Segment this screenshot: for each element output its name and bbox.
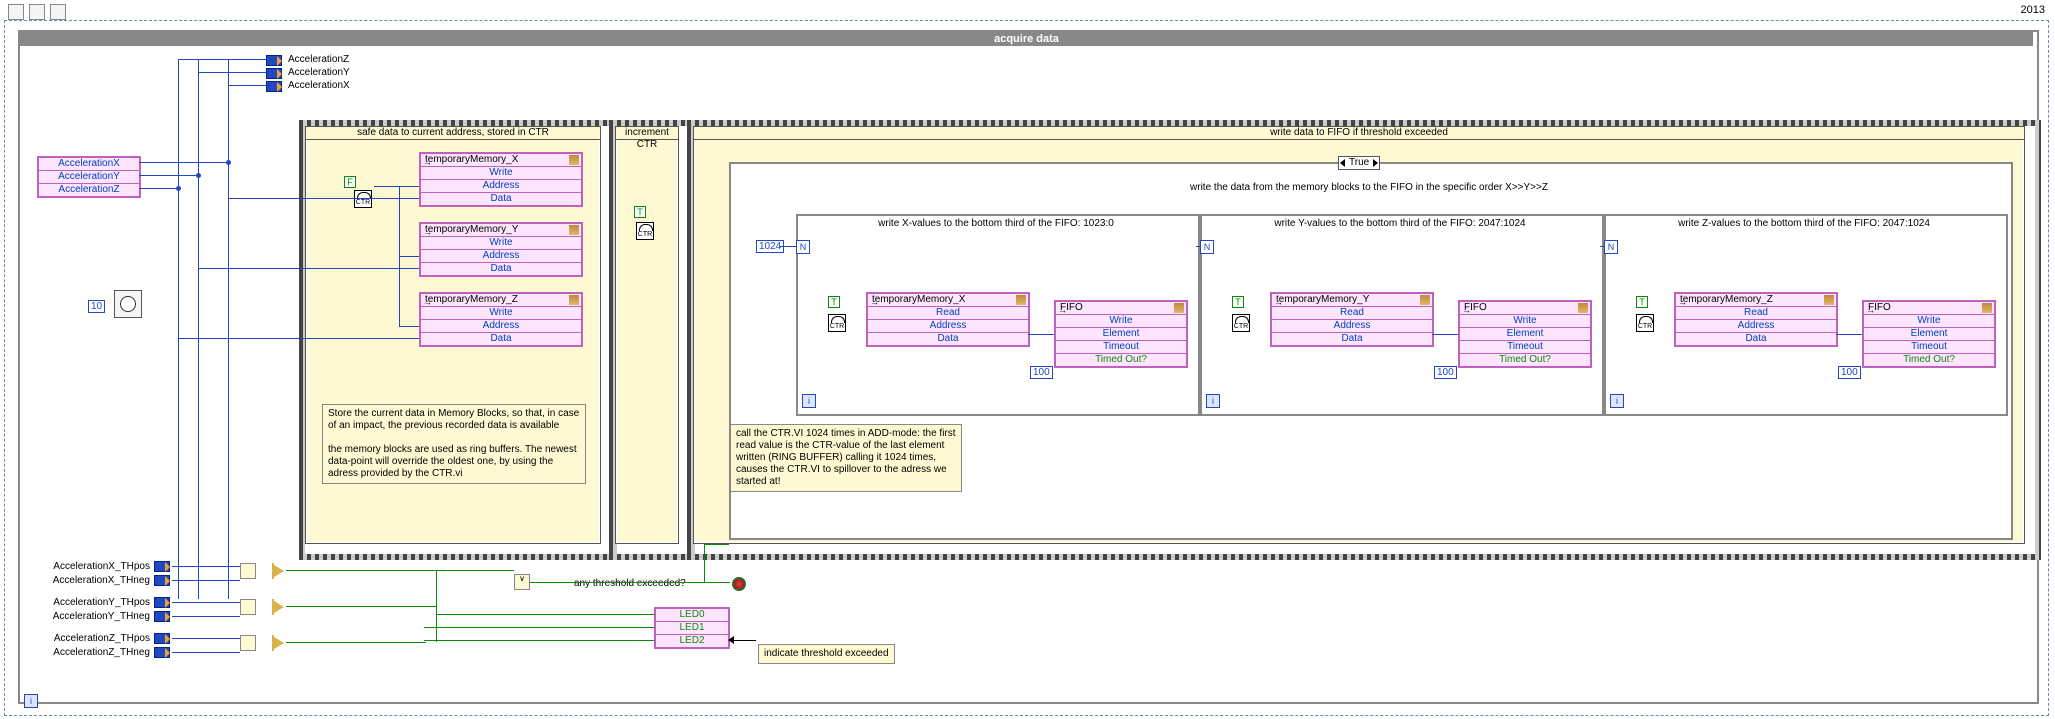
ctr-icon-x: CTR bbox=[828, 314, 846, 332]
indicator-terminal-z bbox=[266, 55, 282, 66]
const-100-y: 100 bbox=[1434, 366, 1457, 379]
led-box: LED0 LED1 LED2 bbox=[654, 607, 730, 649]
or-gate-y bbox=[274, 601, 284, 613]
led-note: indicate threshold exceeded bbox=[758, 644, 895, 664]
fifo-write-y: →FIFO Write Element Timeout Timed Out? bbox=[1458, 300, 1592, 368]
mem-read-y: →temporaryMemory_Y Read Address Data bbox=[1270, 292, 1434, 347]
inputs-bundle: AccelerationX AccelerationY Acceleration… bbox=[37, 156, 141, 198]
bundle-y: AccelerationY bbox=[39, 170, 139, 183]
fifo-icon bbox=[1578, 303, 1588, 313]
mem-read-z: →temporaryMemory_Z Read Address Data bbox=[1674, 292, 1838, 347]
ctr-note: call the CTR.VI 1024 times in ADD-mode: … bbox=[730, 424, 962, 492]
any-threshold-label: any threshold exceeded? bbox=[574, 578, 686, 589]
led1: LED1 bbox=[656, 621, 728, 634]
memory-icon bbox=[1824, 295, 1834, 305]
const-t-y: T bbox=[1232, 296, 1244, 308]
indicator-label-y: AccelerationY bbox=[288, 67, 350, 78]
const-100-z: 100 bbox=[1838, 366, 1861, 379]
case-selector[interactable]: True bbox=[1338, 156, 1380, 170]
mem-read-x: →temporaryMemory_X Read Address Data bbox=[866, 292, 1030, 347]
mem-write-z: →temporaryMemory_Z Write Address Data bbox=[419, 292, 583, 347]
threshold-led-indicator bbox=[732, 577, 746, 591]
frame-title: acquire data bbox=[20, 32, 2033, 46]
th-xneg: AccelerationX_THneg bbox=[38, 575, 150, 586]
ctr-icon-y: CTR bbox=[1232, 314, 1250, 332]
compare-z bbox=[240, 635, 256, 651]
compare-x bbox=[240, 563, 256, 579]
const-10: 10 bbox=[88, 300, 105, 313]
loop-i-x: i bbox=[802, 394, 816, 408]
mem-write-y: →temporaryMemory_Y Write Address Data bbox=[419, 222, 583, 277]
th-ypos-term bbox=[154, 597, 170, 608]
th-ypos: AccelerationY_THpos bbox=[38, 597, 150, 608]
ctr-icon-2: CTR bbox=[636, 222, 654, 240]
indicator-terminal-x bbox=[266, 81, 282, 92]
outer-loop-i: i bbox=[24, 694, 38, 708]
loop-y-title: write Y-values to the bottom third of th… bbox=[1204, 218, 1596, 229]
th-xpos-term bbox=[154, 561, 170, 572]
loop-n-x: N bbox=[796, 240, 810, 254]
seq-fifo-title: write data to FIFO if threshold exceeded bbox=[694, 127, 2024, 140]
memory-icon bbox=[569, 155, 579, 165]
arrow-icon[interactable] bbox=[29, 4, 45, 20]
fifo-icon bbox=[1174, 303, 1184, 313]
loop-n-z: N bbox=[1604, 240, 1618, 254]
fifo-write-x: →FIFO Write Element Timeout Timed Out? bbox=[1054, 300, 1188, 368]
indicator-label-x: AccelerationX bbox=[288, 80, 350, 91]
case-subtitle: write the data from the memory blocks to… bbox=[734, 182, 2004, 193]
note-arrow-icon bbox=[728, 636, 734, 644]
hand-icon[interactable] bbox=[8, 4, 24, 20]
th-xneg-term bbox=[154, 575, 170, 586]
loop-i-y: i bbox=[1206, 394, 1220, 408]
const-100-x: 100 bbox=[1030, 366, 1053, 379]
compare-y bbox=[240, 599, 256, 615]
ctr-icon-1: CTR bbox=[354, 190, 372, 208]
fifo-write-z: →FIFO Write Element Timeout Timed Out? bbox=[1862, 300, 1996, 368]
seq-inc-title: increment CTR bbox=[616, 127, 678, 140]
loop-n-y: N bbox=[1200, 240, 1214, 254]
or-gate-z bbox=[274, 637, 284, 649]
combine-icon: ∨ bbox=[514, 574, 530, 590]
th-zneg: AccelerationZ_THneg bbox=[38, 647, 150, 658]
const-t-x: T bbox=[828, 296, 840, 308]
th-xpos: AccelerationX_THpos bbox=[38, 561, 150, 572]
mem-note: Store the current data in Memory Blocks,… bbox=[322, 404, 586, 484]
const-true: T bbox=[634, 206, 646, 218]
loop-x-title: write X-values to the bottom third of th… bbox=[800, 218, 1192, 229]
th-yneg: AccelerationY_THneg bbox=[38, 611, 150, 622]
memory-icon bbox=[1016, 295, 1026, 305]
bundle-z: AccelerationZ bbox=[39, 183, 139, 196]
led2: LED2 bbox=[656, 634, 728, 647]
mem-write-x: →temporaryMemory_X Write Address Data bbox=[419, 152, 583, 207]
th-zpos: AccelerationZ_THpos bbox=[38, 633, 150, 644]
const-t-z: T bbox=[1636, 296, 1648, 308]
loop-i-z: i bbox=[1610, 394, 1624, 408]
fifo-icon bbox=[1982, 303, 1992, 313]
th-zneg-term bbox=[154, 647, 170, 658]
bundle-x: AccelerationX bbox=[39, 158, 139, 170]
const-false: F bbox=[344, 176, 356, 188]
th-zpos-term bbox=[154, 633, 170, 644]
ctr-icon-z: CTR bbox=[1636, 314, 1654, 332]
indicator-label-z: AccelerationZ bbox=[288, 54, 349, 65]
th-yneg-term bbox=[154, 611, 170, 622]
indicator-terminal-y bbox=[266, 68, 282, 79]
wait-timer-icon bbox=[114, 290, 142, 318]
memory-icon bbox=[569, 225, 579, 235]
memory-icon bbox=[569, 295, 579, 305]
loop-z-title: write Z-values to the bottom third of th… bbox=[1608, 218, 2000, 229]
memory-icon bbox=[1420, 295, 1430, 305]
led0: LED0 bbox=[656, 609, 728, 621]
seq-safe-title: safe data to current address, stored in … bbox=[306, 127, 600, 140]
year-label: 2013 bbox=[2021, 4, 2045, 16]
or-gate-x bbox=[274, 565, 284, 577]
palette-icon[interactable] bbox=[50, 4, 66, 20]
